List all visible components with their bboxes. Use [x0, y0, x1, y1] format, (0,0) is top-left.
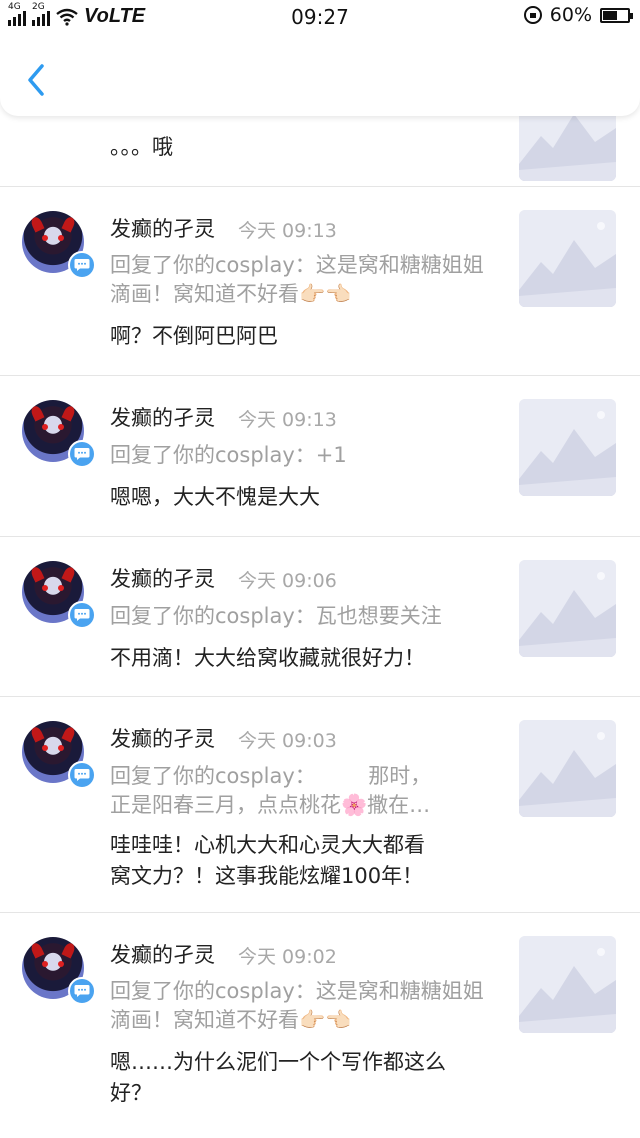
- comment-content: 啊？不倒阿巴阿巴: [110, 324, 278, 348]
- comment-content: 嗯嗯，大大不愧是大大: [110, 485, 320, 509]
- navigation-bar: [0, 34, 640, 116]
- landscape-placeholder-icon: [519, 399, 616, 496]
- reply-text: 回复了你的cosplay：这是窝和糖糖姐姐滴画！窝知道不好看👉🏻👈🏻: [110, 253, 484, 306]
- post-thumbnail[interactable]: [519, 399, 616, 496]
- landscape-placeholder-icon: [519, 210, 616, 307]
- comment-badge-icon: [68, 977, 96, 1005]
- post-thumbnail[interactable]: [519, 210, 616, 307]
- rotation-lock-icon: [523, 6, 542, 24]
- battery-icon: [600, 7, 633, 23]
- list-item[interactable]: 发癫的孑灵 今天 09:13 回复了你的cosplay：+1 嗯嗯，大大不愧是大…: [0, 376, 640, 537]
- comment-content: 哇哇哇！心机大大和心灵大大都看 窝文力？！这事我能炫耀100年！: [110, 833, 425, 888]
- post-thumbnail[interactable]: [519, 720, 616, 817]
- notification-list: 。。。哦 发癫的孑灵 今天 09:13 回复了你的cosplay：这是窝和糖糖姐…: [0, 0, 640, 1138]
- timestamp: 今天 09:06: [238, 570, 337, 592]
- reply-text: 回复了你的cosplay： 那时， 正是阳春三月，点点桃花🌸撒在…: [110, 764, 432, 817]
- timestamp: 今天 09:13: [238, 220, 337, 242]
- chevron-left-icon: [28, 64, 44, 96]
- username[interactable]: 发癫的孑灵: [110, 213, 215, 243]
- comment-content: 嗯……为什么泥们一个个写作都这么 好？: [110, 1050, 446, 1105]
- list-item[interactable]: 发癫的孑灵 今天 09:02 回复了你的cosplay：这是窝和糖糖姐姐滴画！窝…: [0, 913, 640, 1138]
- timestamp: 今天 09:03: [238, 730, 337, 752]
- reply-text: 回复了你的cosplay：+1: [110, 443, 347, 467]
- landscape-placeholder-icon: [519, 936, 616, 1033]
- avatar[interactable]: [22, 561, 96, 631]
- comment-content: 不用滴！大大给窝收藏就很好力！: [110, 646, 425, 670]
- post-thumbnail[interactable]: [519, 936, 616, 1033]
- timestamp: 今天 09:13: [238, 409, 337, 431]
- username[interactable]: 发癫的孑灵: [110, 402, 215, 432]
- landscape-placeholder-icon: [519, 720, 616, 817]
- back-button[interactable]: [22, 60, 52, 100]
- username[interactable]: 发癫的孑灵: [110, 939, 215, 969]
- comment-content: 。。。哦: [110, 135, 173, 159]
- landscape-placeholder-icon: [519, 560, 616, 657]
- comment-badge-icon: [68, 251, 96, 279]
- avatar[interactable]: [22, 721, 96, 791]
- comment-badge-icon: [68, 761, 96, 789]
- list-item[interactable]: 发癫的孑灵 今天 09:03 回复了你的cosplay： 那时， 正是阳春三月，…: [0, 697, 640, 913]
- reply-text: 回复了你的cosplay：瓦也想要关注: [110, 604, 442, 628]
- comment-badge-icon: [68, 601, 96, 629]
- list-item[interactable]: 发癫的孑灵 今天 09:06 回复了你的cosplay：瓦也想要关注 不用滴！大…: [0, 537, 640, 697]
- post-thumbnail[interactable]: [519, 560, 616, 657]
- username[interactable]: 发癫的孑灵: [110, 563, 215, 593]
- avatar[interactable]: [22, 400, 96, 470]
- battery-percent: 60%: [549, 4, 592, 26]
- list-item[interactable]: 发癫的孑灵 今天 09:13 回复了你的cosplay：这是窝和糖糖姐姐滴画！窝…: [0, 187, 640, 376]
- username[interactable]: 发癫的孑灵: [110, 723, 215, 753]
- comment-badge-icon: [68, 440, 96, 468]
- avatar[interactable]: [22, 211, 96, 281]
- status-bar: 4G 2G VoLTE 09:27 60%: [0, 0, 640, 34]
- timestamp: 今天 09:02: [238, 946, 337, 968]
- reply-text: 回复了你的cosplay：这是窝和糖糖姐姐滴画！窝知道不好看👉🏻👈🏻: [110, 979, 484, 1032]
- avatar[interactable]: [22, 937, 96, 1007]
